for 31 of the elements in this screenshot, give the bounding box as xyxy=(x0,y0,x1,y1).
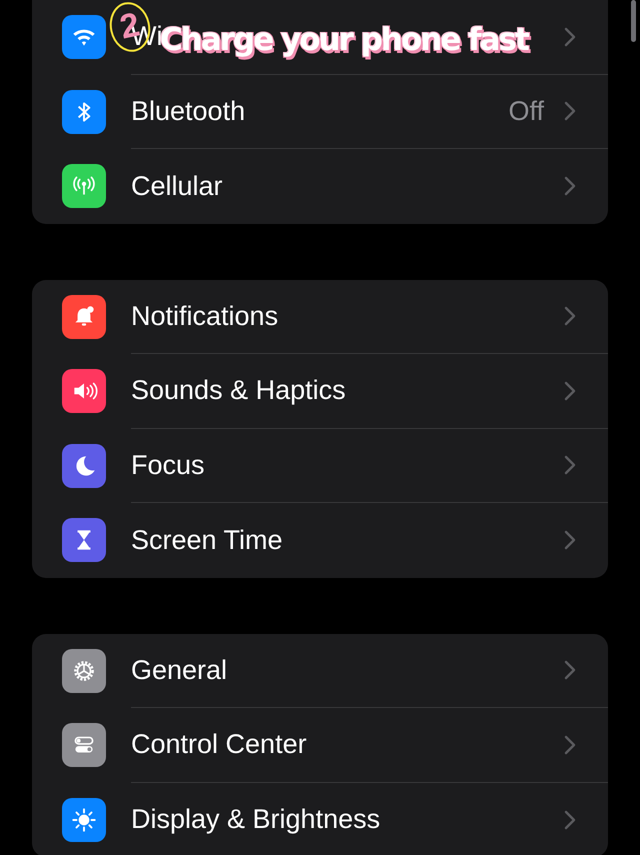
scrollbar xyxy=(631,0,636,42)
settings-row[interactable]: Focus xyxy=(32,428,608,503)
settings-row[interactable]: Bluetooth Off xyxy=(32,74,608,149)
row-value: Off xyxy=(508,96,544,127)
settings-row[interactable]: Control Center xyxy=(32,708,608,782)
settings-row[interactable]: Cellular xyxy=(32,149,608,224)
overlay-caption: Charge your phone fast xyxy=(160,22,528,58)
row-label: Control Center xyxy=(131,729,307,760)
chevron-icon xyxy=(564,176,576,196)
chevron-icon xyxy=(564,26,576,47)
row-label: Notifications xyxy=(131,300,278,332)
settings-row[interactable]: General xyxy=(32,634,608,708)
row-label: Bluetooth xyxy=(131,96,246,127)
chevron-icon xyxy=(564,660,576,680)
settings-row[interactable]: Sounds & Haptics xyxy=(32,354,608,428)
row-label: Focus xyxy=(131,450,205,481)
row-label: Sounds & Haptics xyxy=(131,375,346,406)
row-label: Cellular xyxy=(131,170,223,202)
chevron-icon xyxy=(564,530,576,550)
chevron-icon xyxy=(564,306,576,326)
row-label: Screen Time xyxy=(131,524,283,556)
settings-row[interactable]: Display & Brightness xyxy=(32,782,608,855)
chevron-icon xyxy=(564,810,576,830)
chevron-icon xyxy=(564,455,576,476)
settings-row[interactable]: Screen Time xyxy=(32,503,608,578)
chevron-icon xyxy=(564,380,576,401)
chevron-icon xyxy=(564,734,576,755)
settings-row[interactable]: Notifications xyxy=(32,280,608,354)
row-label: General xyxy=(131,654,228,686)
row-label: Display & Brightness xyxy=(131,804,380,836)
chevron-icon xyxy=(564,101,576,122)
